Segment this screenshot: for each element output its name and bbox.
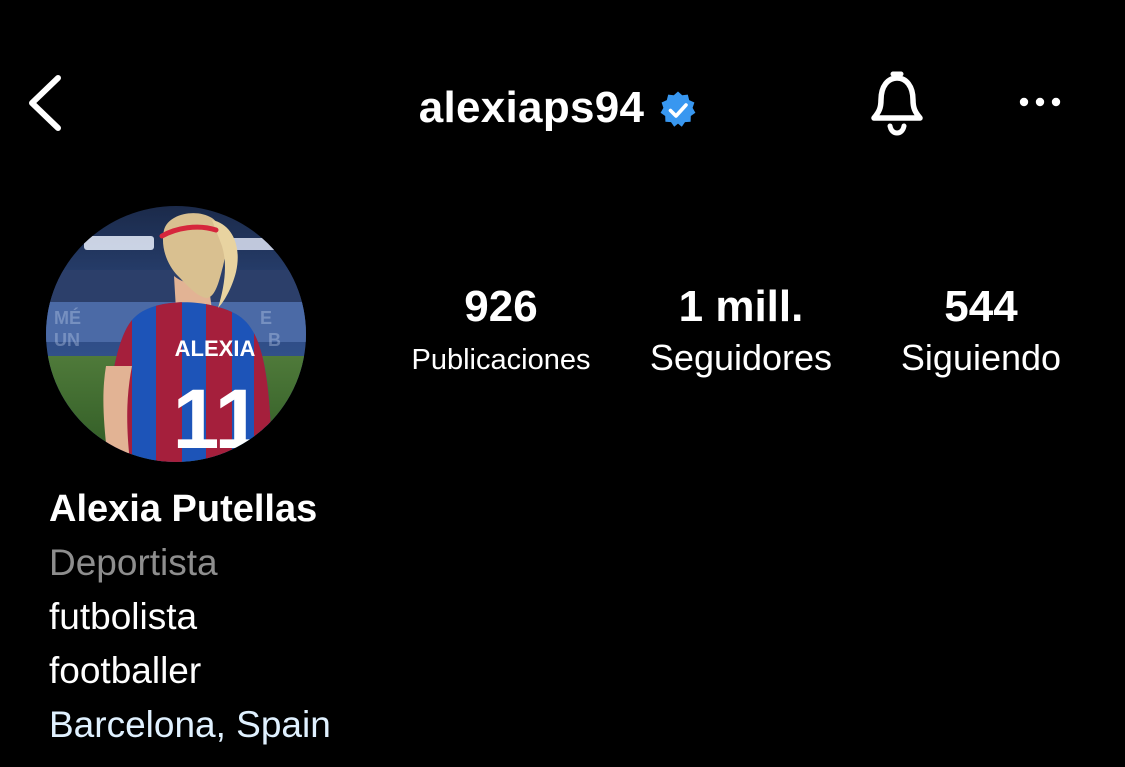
- followers-count: 1 mill.: [678, 282, 804, 331]
- bell-icon: [871, 71, 923, 136]
- more-options-button[interactable]: [1012, 82, 1068, 122]
- svg-text:E: E: [260, 308, 272, 328]
- profile-avatar[interactable]: MÉ UN E B ALEXIA 11: [46, 206, 306, 462]
- header-title: alexiaps94: [0, 78, 1125, 138]
- profile-name: Alexia Putellas: [49, 488, 318, 530]
- following-label: Siguiendo: [900, 337, 1062, 378]
- verified-badge-icon: [660, 91, 696, 127]
- chevron-left-icon: [29, 75, 61, 131]
- more-horizontal-icon: [1019, 97, 1061, 107]
- stat-followers[interactable]: 1 mill. Seguidores: [630, 282, 852, 380]
- bio-line: footballer: [49, 650, 202, 691]
- username: alexiaps94: [418, 83, 645, 132]
- posts-label: Publicaciones: [411, 344, 591, 376]
- svg-text:UN: UN: [54, 330, 80, 350]
- stat-posts[interactable]: 926 Publicaciones: [390, 282, 612, 382]
- followers-label: Seguidores: [649, 337, 833, 378]
- jersey-name: ALEXIA: [175, 336, 256, 361]
- jersey-number: 11: [173, 372, 262, 462]
- profile-location[interactable]: Barcelona, Spain: [49, 698, 549, 752]
- following-count: 544: [944, 282, 1018, 331]
- posts-count: 926: [464, 282, 538, 331]
- stat-following[interactable]: 544 Siguiendo: [876, 282, 1086, 380]
- back-button[interactable]: [22, 70, 78, 136]
- bio-line: futbolista: [49, 596, 198, 637]
- profile-category: Deportista: [49, 542, 218, 583]
- notifications-button[interactable]: [860, 66, 934, 140]
- svg-text:MÉ: MÉ: [54, 307, 81, 328]
- svg-text:B: B: [268, 330, 281, 350]
- avatar-image: MÉ UN E B ALEXIA 11: [46, 206, 306, 462]
- profile-bio: Alexia Putellas Deportista futbolista fo…: [49, 482, 549, 752]
- profile-header: alexiaps94: [0, 0, 1125, 200]
